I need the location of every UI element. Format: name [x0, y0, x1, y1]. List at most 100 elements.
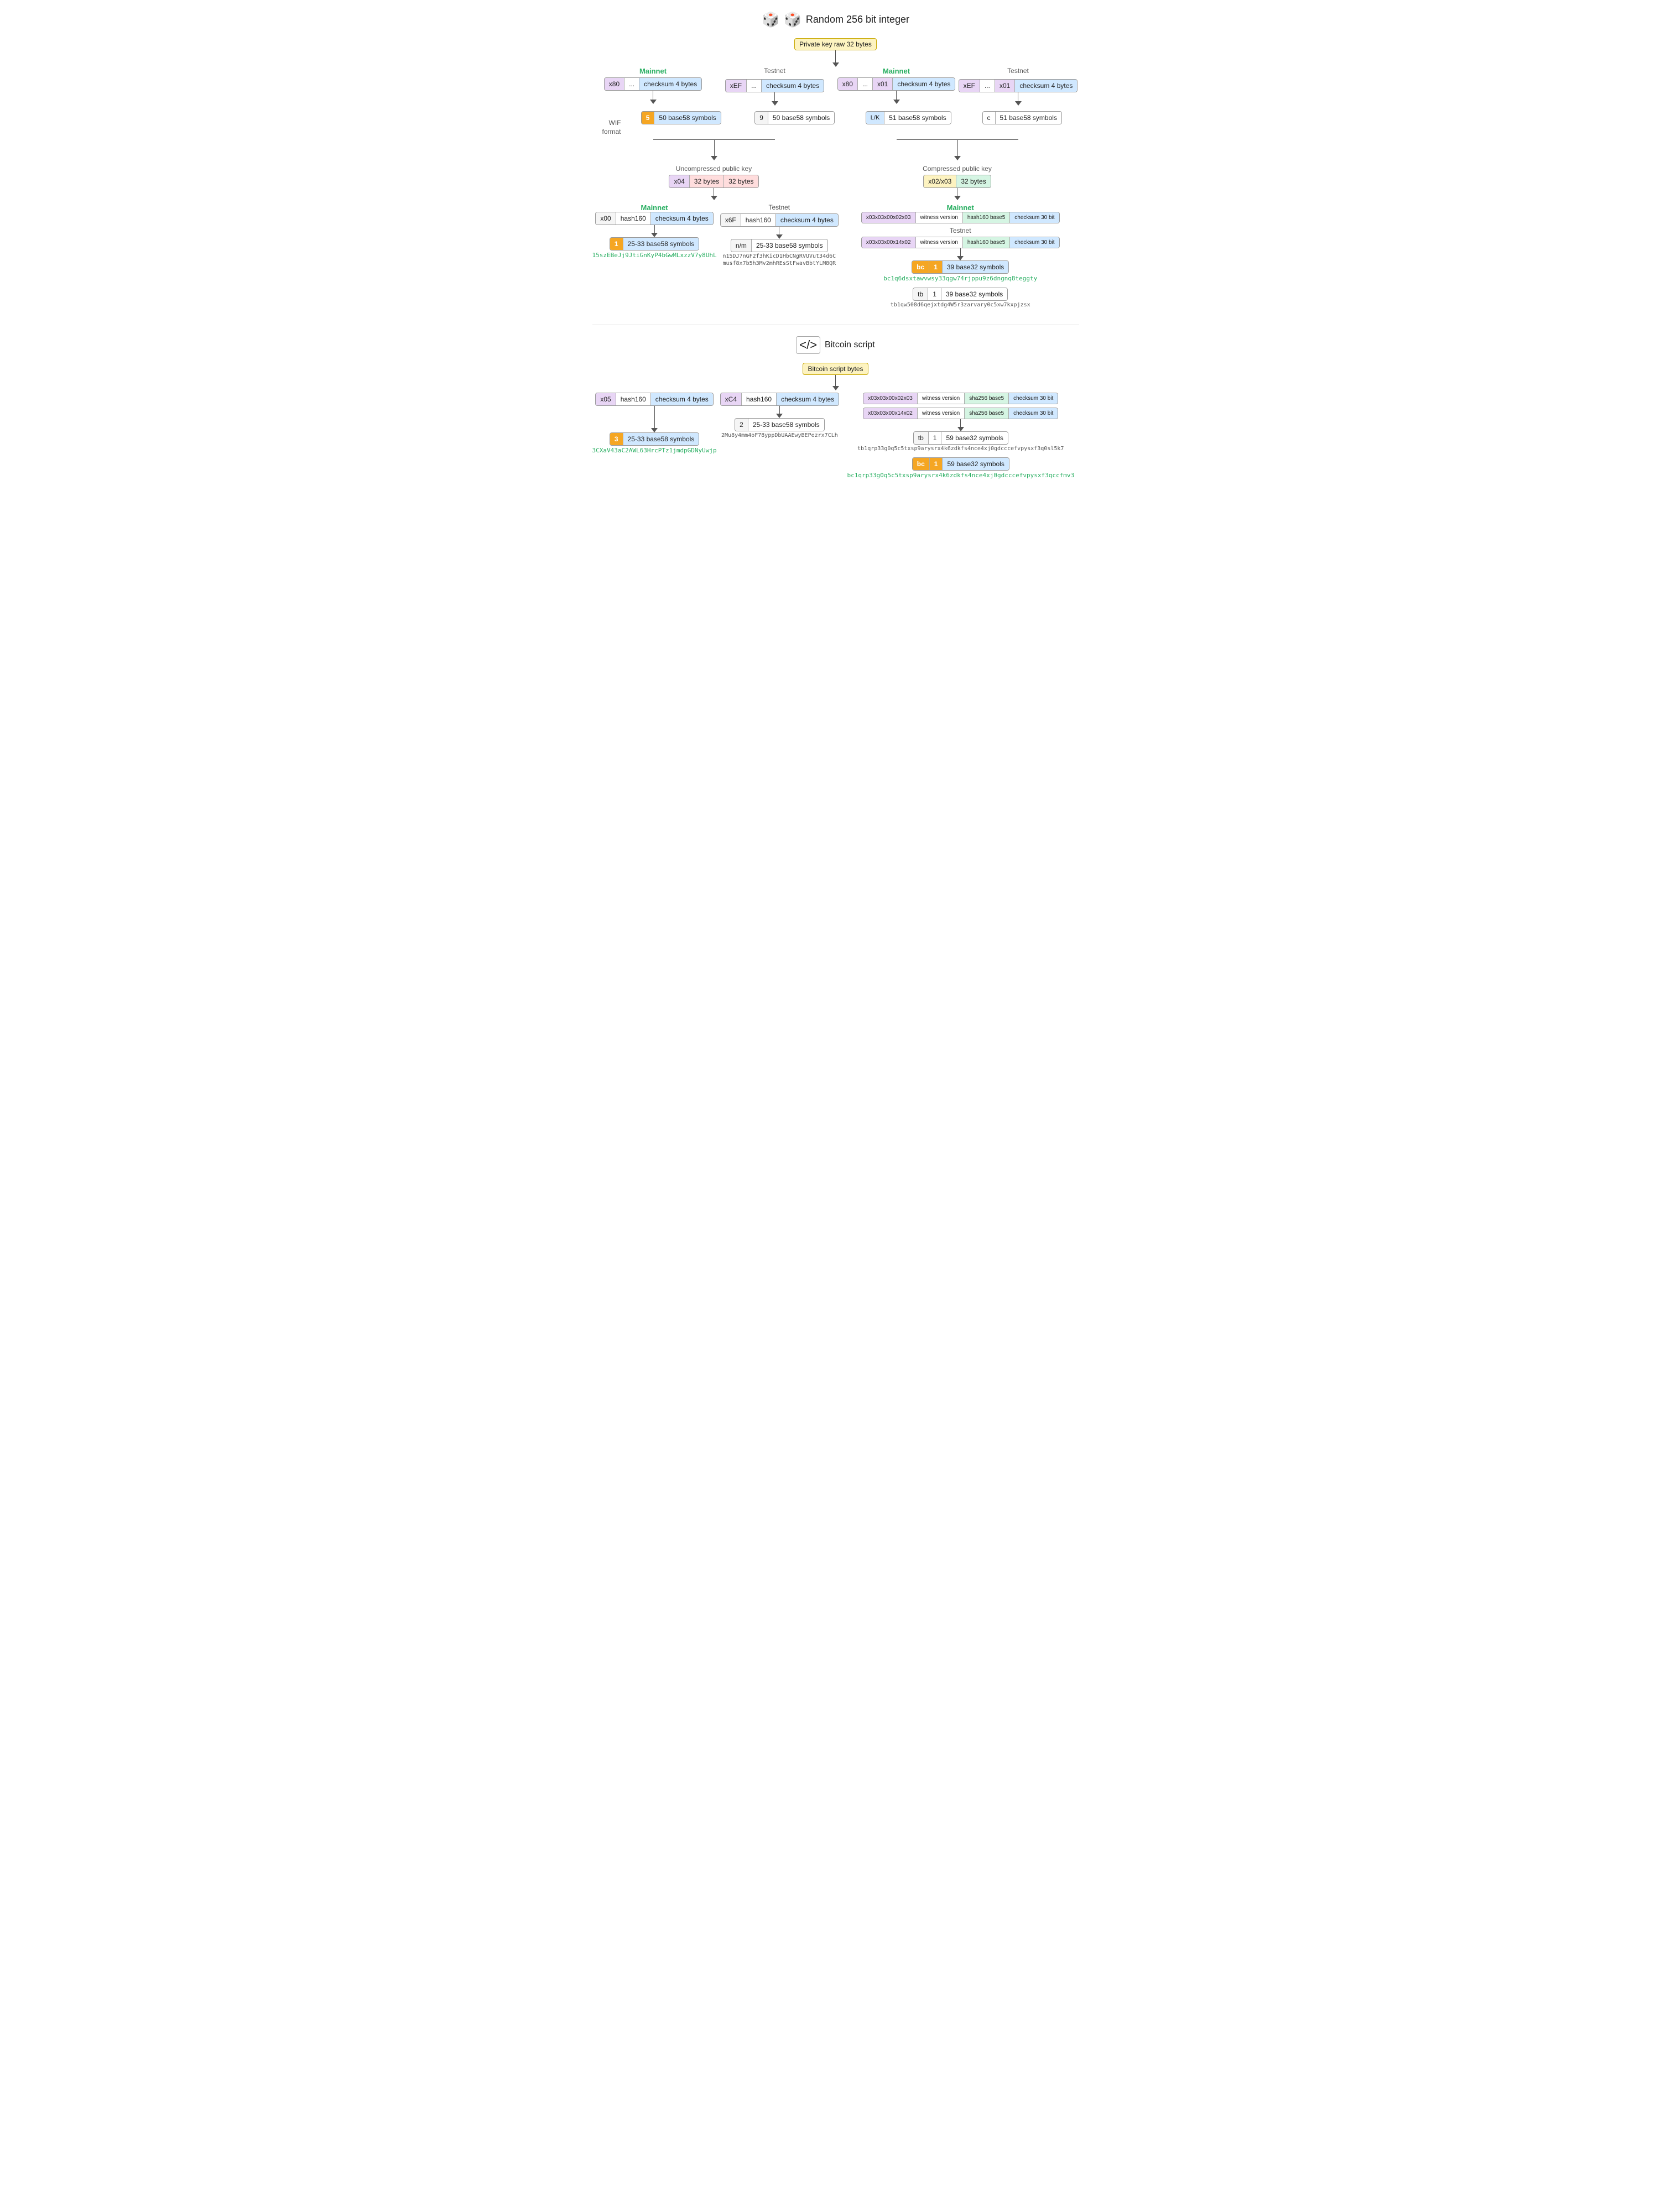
p2wpkh-tn-prefix: x03x03x00x14x02	[862, 237, 916, 248]
p2pkh-testnet-sample1: n15DJ7nGF2f3hKicD1HbCNgRVUVut34d6C	[722, 253, 836, 259]
col4-dots: ...	[980, 80, 995, 92]
col1: Mainnet x80 ... checksum 4 bytes	[592, 67, 714, 106]
col1-prefix: x80	[605, 78, 624, 90]
sc1-hash: hash160	[616, 393, 651, 405]
script-col3-testnet-box: x03x03x00x14x02 witness version sha256 b…	[863, 408, 1058, 419]
sc2-sample: 2Mu8y4mm4oF78yppDbUAAEwyBEPezrx7CLh	[721, 432, 838, 439]
compressed-title: Compressed public key	[923, 165, 992, 173]
p2wpkh-tn-1: 1	[928, 288, 941, 300]
col3: Mainnet x80 ... x01 checksum 4 bytes	[836, 67, 957, 106]
p2pkh-testnet-addr-box: n/m 25-33 base58 symbols	[731, 239, 828, 252]
sc2-arrow	[776, 414, 783, 418]
p2wpkh-mn-prefix: x03x03x00x02x03	[862, 212, 916, 223]
sc2-hash: hash160	[742, 393, 777, 405]
p2wpkh-mn-1: 1	[929, 261, 943, 273]
wif-col4-body: 51 base58 symbols	[996, 112, 1061, 124]
p2wpkh-mainnet-label: Mainnet	[947, 204, 974, 212]
p2pkh-mainnet-hash: hash160	[616, 212, 651, 225]
p2pkh-tn-addr-prefix: n/m	[731, 239, 752, 252]
wif-col3-body: 51 base58 symbols	[884, 112, 950, 124]
p2wpkh-testnet-sample: tb1qw508d6qejxtdg4W5r3zarvary0c5xw7kxpjz…	[891, 302, 1030, 308]
wif-col4-box: c 51 base58 symbols	[982, 111, 1062, 124]
p2pkh-mainnet-box: x00 hash160 checksum 4 bytes	[595, 212, 713, 225]
col1-bytes-box: x80 ... checksum 4 bytes	[604, 77, 702, 91]
col3-dots: ...	[858, 78, 873, 90]
private-key-box: Private key raw 32 bytes	[794, 38, 877, 50]
col2: Testnet xEF ... checksum 4 bytes	[714, 67, 836, 106]
script-bytes-section: Bitcoin script bytes	[592, 363, 1079, 390]
p2wpkh-tn-addr-body: 39 base32 symbols	[941, 288, 1007, 300]
p2pkh-tn-addr-body: 25-33 base58 symbols	[752, 239, 827, 252]
script-col3-mainnet-addr-box: bc 1 59 base32 symbols	[912, 457, 1009, 471]
script-col1-addr-box: 3 25-33 base58 symbols	[610, 432, 699, 446]
page: 🎲 🎲 Random 256 bit integer Private key r…	[587, 0, 1085, 501]
wif-label: WIF format	[592, 111, 621, 136]
uncompressed-b1: 32 bytes	[690, 175, 724, 187]
p2wpkh-mainnet-box: x03x03x00x02x03 witness version hash160 …	[861, 212, 1060, 223]
sc2-checksum: checksum 4 bytes	[777, 393, 839, 405]
col1-dots: ...	[624, 78, 639, 90]
compressed-body: 32 bytes	[956, 175, 990, 187]
wif-col2-prefix: 9	[755, 112, 768, 124]
col1-arrow1	[650, 100, 657, 104]
col4-checksum: checksum 4 bytes	[1015, 80, 1077, 92]
script-title: Bitcoin script	[825, 340, 875, 350]
p2pkh-testnet-prefix: x6F	[721, 214, 741, 226]
uncompressed-col: Uncompressed public key x04 32 bytes 32 …	[592, 165, 836, 200]
sc1-prefix: x05	[596, 393, 616, 405]
p2wpkh-mainnet-sample: bc1q6dsxtawvwsy33qgw74rjppu9z6dngnq8tegg…	[883, 275, 1037, 282]
wif-col2-body: 50 base58 symbols	[768, 112, 834, 124]
script-col3: x03x03x00x02x03 witness version sha256 b…	[842, 393, 1079, 479]
sc3-tn-checksum: checksum 30 bit	[1009, 408, 1058, 419]
wif-col1-box: 5 50 base58 symbols	[641, 111, 721, 124]
sc3-tn-prefix: x03x03x00x14x02	[863, 408, 918, 419]
script-bytes-line	[835, 375, 836, 386]
p2wpkh-mn-bc: bc	[912, 261, 929, 273]
p2pkh-testnet-sample2: musf8x7b5h3Mv2mhREsStFwavBbtYLM8QR	[722, 260, 836, 267]
script-col1-box: x05 hash160 checksum 4 bytes	[595, 393, 713, 406]
p2wpkh-mn-checksum: checksum 30 bit	[1010, 212, 1059, 223]
wif-col2: 9 50 base58 symbols	[738, 111, 852, 124]
p2wpkh-mainnet-addr-box: bc 1 39 base32 symbols	[912, 260, 1009, 274]
script-header: </> Bitcoin script	[592, 336, 1079, 354]
sc3-tn-sha: sha256 base5	[965, 408, 1009, 419]
sc3-arrow	[957, 427, 964, 431]
script-col3-mainnet-box: x03x03x00x02x03 witness version sha256 b…	[863, 393, 1058, 404]
sc3-mn-checksum: checksum 30 bit	[1009, 393, 1058, 404]
sc3-tn-tb: tb	[914, 432, 929, 444]
col2-dots: ...	[747, 80, 762, 92]
col4-prefix: xEF	[959, 80, 980, 92]
col3-bytes-box: x80 ... x01 checksum 4 bytes	[837, 77, 956, 91]
script-bytes-arrow	[832, 386, 839, 390]
wif-col1-body: 50 base58 symbols	[654, 112, 720, 124]
wif-connector	[592, 139, 1079, 156]
p2pkh-tn-arrow	[776, 234, 783, 239]
wif-col1-prefix: 5	[642, 112, 655, 124]
wif-section: WIF format 5 50 base58 symbols 9 50 base…	[592, 111, 1079, 136]
wif-col3-prefix: L/K	[866, 112, 885, 124]
connector-line	[835, 50, 836, 62]
compressed-col: Compressed public key x02/x03 32 bytes	[836, 165, 1079, 200]
p2wpkh-mn-witness: witness version	[916, 212, 963, 223]
script-col3-testnet-addr-box: tb 1 59 base32 symbols	[913, 431, 1008, 445]
p2pkh-mainnet-sample: 15szEBeJj9JtiGnKyP4bGwMLxzzV7y8UhL	[592, 252, 717, 259]
script-col2-addr-box: 2 25-33 base58 symbols	[735, 418, 824, 431]
compressed-prefix: x02/x03	[924, 175, 956, 187]
p2pkh-testnet-hash: hash160	[741, 214, 776, 226]
col4-testnet-label: Testnet	[1007, 67, 1029, 75]
p2pkh-mn-arrow	[651, 233, 658, 237]
p2pkh-mainnet-addr-box: 1 25-33 base58 symbols	[610, 237, 699, 251]
p2wpkh-tn-checksum: checksum 30 bit	[1010, 237, 1059, 248]
p2pkh-mainnet-checksum: checksum 4 bytes	[651, 212, 713, 225]
p2pkh-mn-addr-body: 25-33 base58 symbols	[623, 238, 699, 250]
p2wpkh-tn-hash: hash160 base5	[963, 237, 1010, 248]
sc2-line	[779, 406, 780, 414]
uncompressed-b2: 32 bytes	[724, 175, 758, 187]
col4-arrow1	[1015, 101, 1022, 106]
p2wpkh-tn-witness: witness version	[916, 237, 963, 248]
p2pkh-testnet-col: Testnet x6F hash160 checksum 4 bytes n/m…	[720, 204, 839, 308]
sc2-addr-body: 25-33 base58 symbols	[748, 419, 824, 431]
p2pkh-mn-addr-num: 1	[610, 238, 623, 250]
col3-arrow1	[893, 100, 900, 104]
p2wpkh-mn-addr-body: 39 base32 symbols	[943, 261, 1008, 273]
